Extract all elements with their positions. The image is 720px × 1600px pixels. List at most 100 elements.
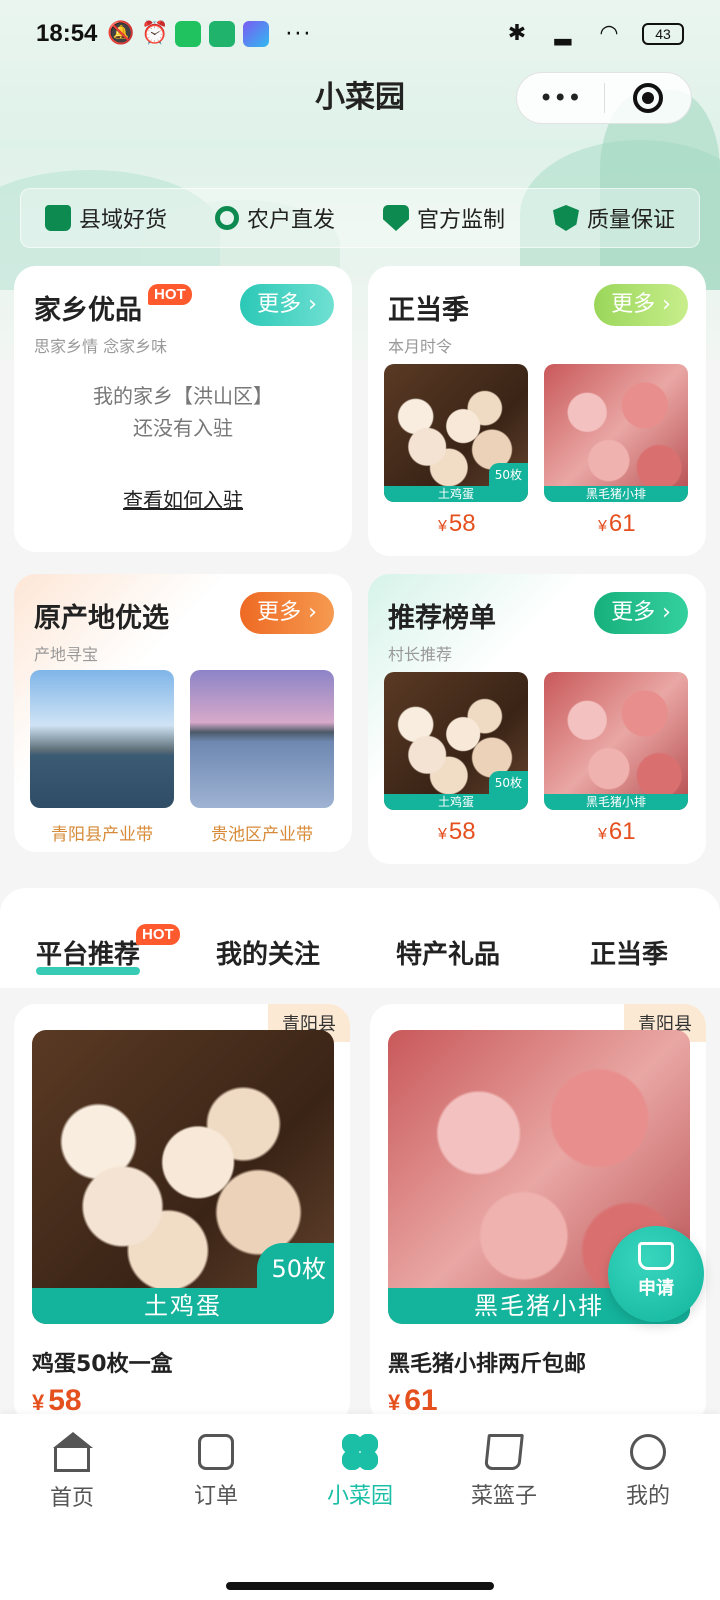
currency: ¥ [32,1390,45,1415]
product-tag: 黑毛猪小排 [544,794,688,810]
price-value: 58 [448,818,476,845]
season-more-button[interactable]: 更多 › [594,284,688,326]
product-name: 鸡蛋50枚一盒 [32,1352,173,1377]
currency: ¥ [438,518,447,535]
bottom-navigation: 首页 订单 小菜园 菜篮子 我的 [0,1414,720,1600]
currency: ¥ [388,1390,401,1415]
season-product-eggs[interactable]: 50枚 土鸡蛋 [384,364,528,502]
ranking-product-eggs[interactable]: 50枚 土鸡蛋 [384,672,528,810]
nav-label: 首页 [49,1486,94,1511]
season-product-pork[interactable]: 黑毛猪小排 [544,364,688,502]
empty-state: 我的家乡【洪山区】 还没有入驻 [14,380,352,444]
price-value: 61 [608,818,636,845]
currency: ¥ [598,518,607,535]
nav-home[interactable]: 首页 [0,1432,144,1512]
product-card[interactable]: 青阳县 50枚 土鸡蛋 鸡蛋50枚一盒 ¥58 [14,1004,350,1424]
price-value: 58 [448,510,476,537]
nav-orders[interactable]: 订单 [144,1434,288,1510]
in-season-card: 正当季 本月时令 更多 › 50枚 土鸡蛋 黑毛猪小排 ¥58 ¥61 [368,266,706,556]
origin-caption: 贵池区产业带 [211,825,313,845]
nav-label: 订单 [193,1484,238,1509]
season-subtitle: 本月时令 [388,337,453,356]
tab-platform-recommend[interactable]: 平台推荐 [36,934,141,975]
season-title: 正当季 [388,295,469,326]
order-icon [198,1434,234,1470]
more-label: 更多 [611,600,656,625]
product-image: 50枚 土鸡蛋 [32,1030,334,1324]
ranking-product-pork[interactable]: 黑毛猪小排 [544,672,688,810]
signal-icon: ▂ [554,21,572,46]
tab-specialty-gifts[interactable]: 特产礼品 [396,934,500,971]
currency: ¥ [598,826,607,843]
currency: ¥ [438,826,447,843]
ranking-card: 推荐榜单 村长推荐 更多 › 50枚 土鸡蛋 黑毛猪小排 ¥58 ¥61 [368,574,706,864]
apply-button[interactable]: 申请 [608,1226,704,1322]
cart-icon [484,1434,524,1470]
clover-icon [342,1434,378,1470]
mute-bell-icon: 🔕 [107,21,135,46]
hometown-card: 家乡优品 思家乡情 念家乡味 HOT 更多 › 我的家乡【洪山区】 还没有入驻 … [14,266,352,552]
origin-item-qingyang[interactable] [30,670,174,808]
origin-more-button[interactable]: 更多 › [240,592,334,634]
user-icon [630,1434,666,1470]
feature-item: 质量保证 [552,202,675,234]
home-icon [53,1432,93,1472]
origin-title: 原产地优选 [34,603,169,634]
price: ¥61 [598,818,636,846]
feature-item: 县域好货 [44,202,167,234]
origin-item-guichi[interactable] [190,670,334,808]
count-badge: 50枚 [488,463,528,486]
how-to-join-link[interactable]: 查看如何入驻 [14,484,352,513]
battery-indicator: 43 [642,23,684,45]
product-banner: 土鸡蛋 [32,1288,334,1324]
close-miniprogram-button[interactable] [605,83,692,113]
alarm-icon: ⏰ [141,21,169,46]
bluetooth-icon: ✱ [507,21,527,46]
tab-my-follow[interactable]: 我的关注 [216,934,320,971]
nav-label: 菜篮子 [470,1484,537,1509]
product-tag: 土鸡蛋 [384,794,528,810]
store-plus-icon [638,1242,674,1270]
more-label: 更多 [257,600,302,625]
nav-mine[interactable]: 我的 [576,1434,720,1510]
price: ¥58 [438,818,476,846]
origin-subtitle: 产地寻宝 [34,645,99,664]
nav-basket[interactable]: 菜篮子 [432,1434,576,1510]
hot-badge: HOT [136,924,180,945]
category-tabs: 平台推荐 HOT 我的关注 特产礼品 正当季 [0,888,720,988]
landscape-image [30,670,174,808]
search-icon [214,206,239,230]
shield-check-icon [552,205,579,231]
price-value: 61 [404,1384,438,1417]
miniprogram-capsule: ••• [516,72,692,124]
badge-icon [382,205,409,231]
more-label: 更多 [257,292,302,317]
empty-line-2: 还没有入驻 [133,416,233,440]
feature-strip: 县域好货 农户直发 官方监制 质量保证 [20,188,700,248]
tab-in-season[interactable]: 正当季 [590,934,668,971]
product-name: 黑毛猪小排两斤包邮 [388,1352,587,1377]
home-indicator[interactable] [226,1582,494,1590]
hometown-subtitle: 思家乡情 念家乡味 [34,337,168,356]
product-tag: 土鸡蛋 [384,486,528,502]
more-menu-button[interactable]: ••• [517,84,604,112]
hometown-more-button[interactable]: 更多 › [240,284,334,326]
count-badge: 50枚 [488,771,528,794]
product-card[interactable]: 青阳县 黑毛猪小排 黑毛猪小排两斤包邮 ¥61 [370,1004,706,1424]
feature-label: 农户直发 [246,208,335,233]
feature-label: 县域好货 [78,208,167,233]
product-tag: 黑毛猪小排 [544,486,688,502]
nav-garden[interactable]: 小菜园 [288,1434,432,1510]
iqiyi-app-icon [243,21,270,47]
feature-item: 农户直发 [214,202,335,234]
feature-item: 官方监制 [382,202,505,234]
hot-badge: HOT [148,284,192,305]
count-badge: 50枚 [257,1243,334,1288]
status-time: 18:54 [36,20,98,47]
price-value: 58 [48,1384,82,1417]
more-notifications-icon: ··· [285,21,313,47]
ranking-more-button[interactable]: 更多 › [594,592,688,634]
wechat-icon [175,21,202,47]
landscape-image [190,670,334,808]
wifi-icon: ◠ [599,21,619,46]
